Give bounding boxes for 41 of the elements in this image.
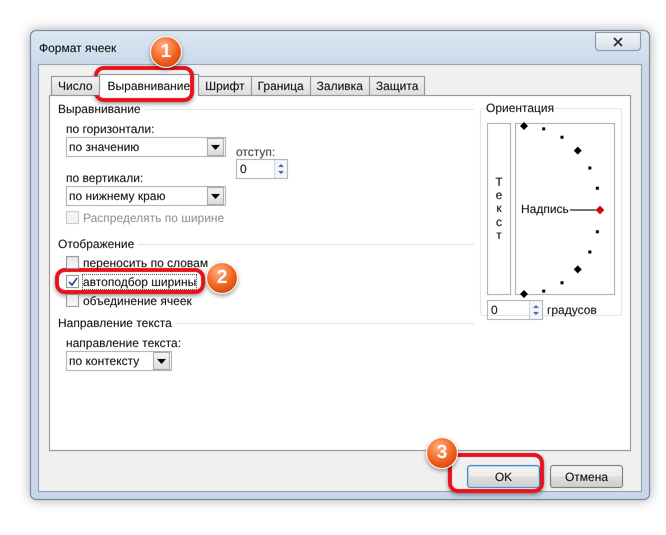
checkbox-label: Распределять по ширине xyxy=(83,210,224,224)
close-icon xyxy=(613,36,623,46)
tab[interactable]: Число xyxy=(51,76,100,95)
dropdown-arrow-icon xyxy=(211,194,220,198)
orientation-dial[interactable]: Надпись xyxy=(515,123,615,295)
checkbox[interactable] xyxy=(66,275,79,288)
vertical-text-button[interactable]: Текст xyxy=(487,123,511,295)
checkbox-label: объединение ячеек xyxy=(83,294,192,308)
direction-dropdown[interactable]: по контексту xyxy=(66,351,172,371)
group-title: Выравнивание xyxy=(58,102,141,116)
ok-button[interactable]: OK xyxy=(467,465,540,488)
checkbox-label: переносить по словам xyxy=(83,256,208,270)
tab[interactable]: Заливка xyxy=(310,76,370,95)
indent-spinbox[interactable]: 0 xyxy=(236,159,288,179)
degrees-spinbox[interactable]: 0 xyxy=(487,300,543,320)
spin-arrows-icon xyxy=(276,161,286,177)
tab[interactable]: Шрифт xyxy=(198,76,252,95)
dropdown-arrow-icon xyxy=(211,144,220,150)
window-title: Формат ячеек xyxy=(39,40,116,54)
field-label: по горизонтали: xyxy=(66,122,156,137)
spin-arrows-icon xyxy=(531,302,541,318)
dropdown-arrow-icon xyxy=(157,358,166,364)
checkbox[interactable] xyxy=(66,294,79,307)
group-title: Направление текста xyxy=(58,316,172,330)
checkbox-label: автоподбор ширины xyxy=(83,274,196,288)
cancel-button[interactable]: Отмена xyxy=(550,465,623,488)
field-label: отступ: xyxy=(236,145,276,159)
field-label: направление текста: xyxy=(66,336,182,351)
vertical-dropdown[interactable]: по нижнему краю xyxy=(66,186,226,206)
check-icon xyxy=(68,276,78,286)
close-button[interactable] xyxy=(595,32,641,51)
field-label: градусов xyxy=(547,303,597,317)
orientation-label: Надпись xyxy=(521,202,569,216)
tab[interactable]: Защита xyxy=(368,76,426,95)
horizontal-dropdown[interactable]: по значению xyxy=(66,137,226,157)
field-label: по вертикали: xyxy=(66,171,144,186)
checkbox[interactable] xyxy=(66,256,79,269)
group-title: Отображение xyxy=(58,237,134,251)
tab[interactable]: Выравнивание xyxy=(98,74,200,96)
tab[interactable]: Граница xyxy=(250,76,311,95)
group-title: Ориентация xyxy=(485,101,556,115)
